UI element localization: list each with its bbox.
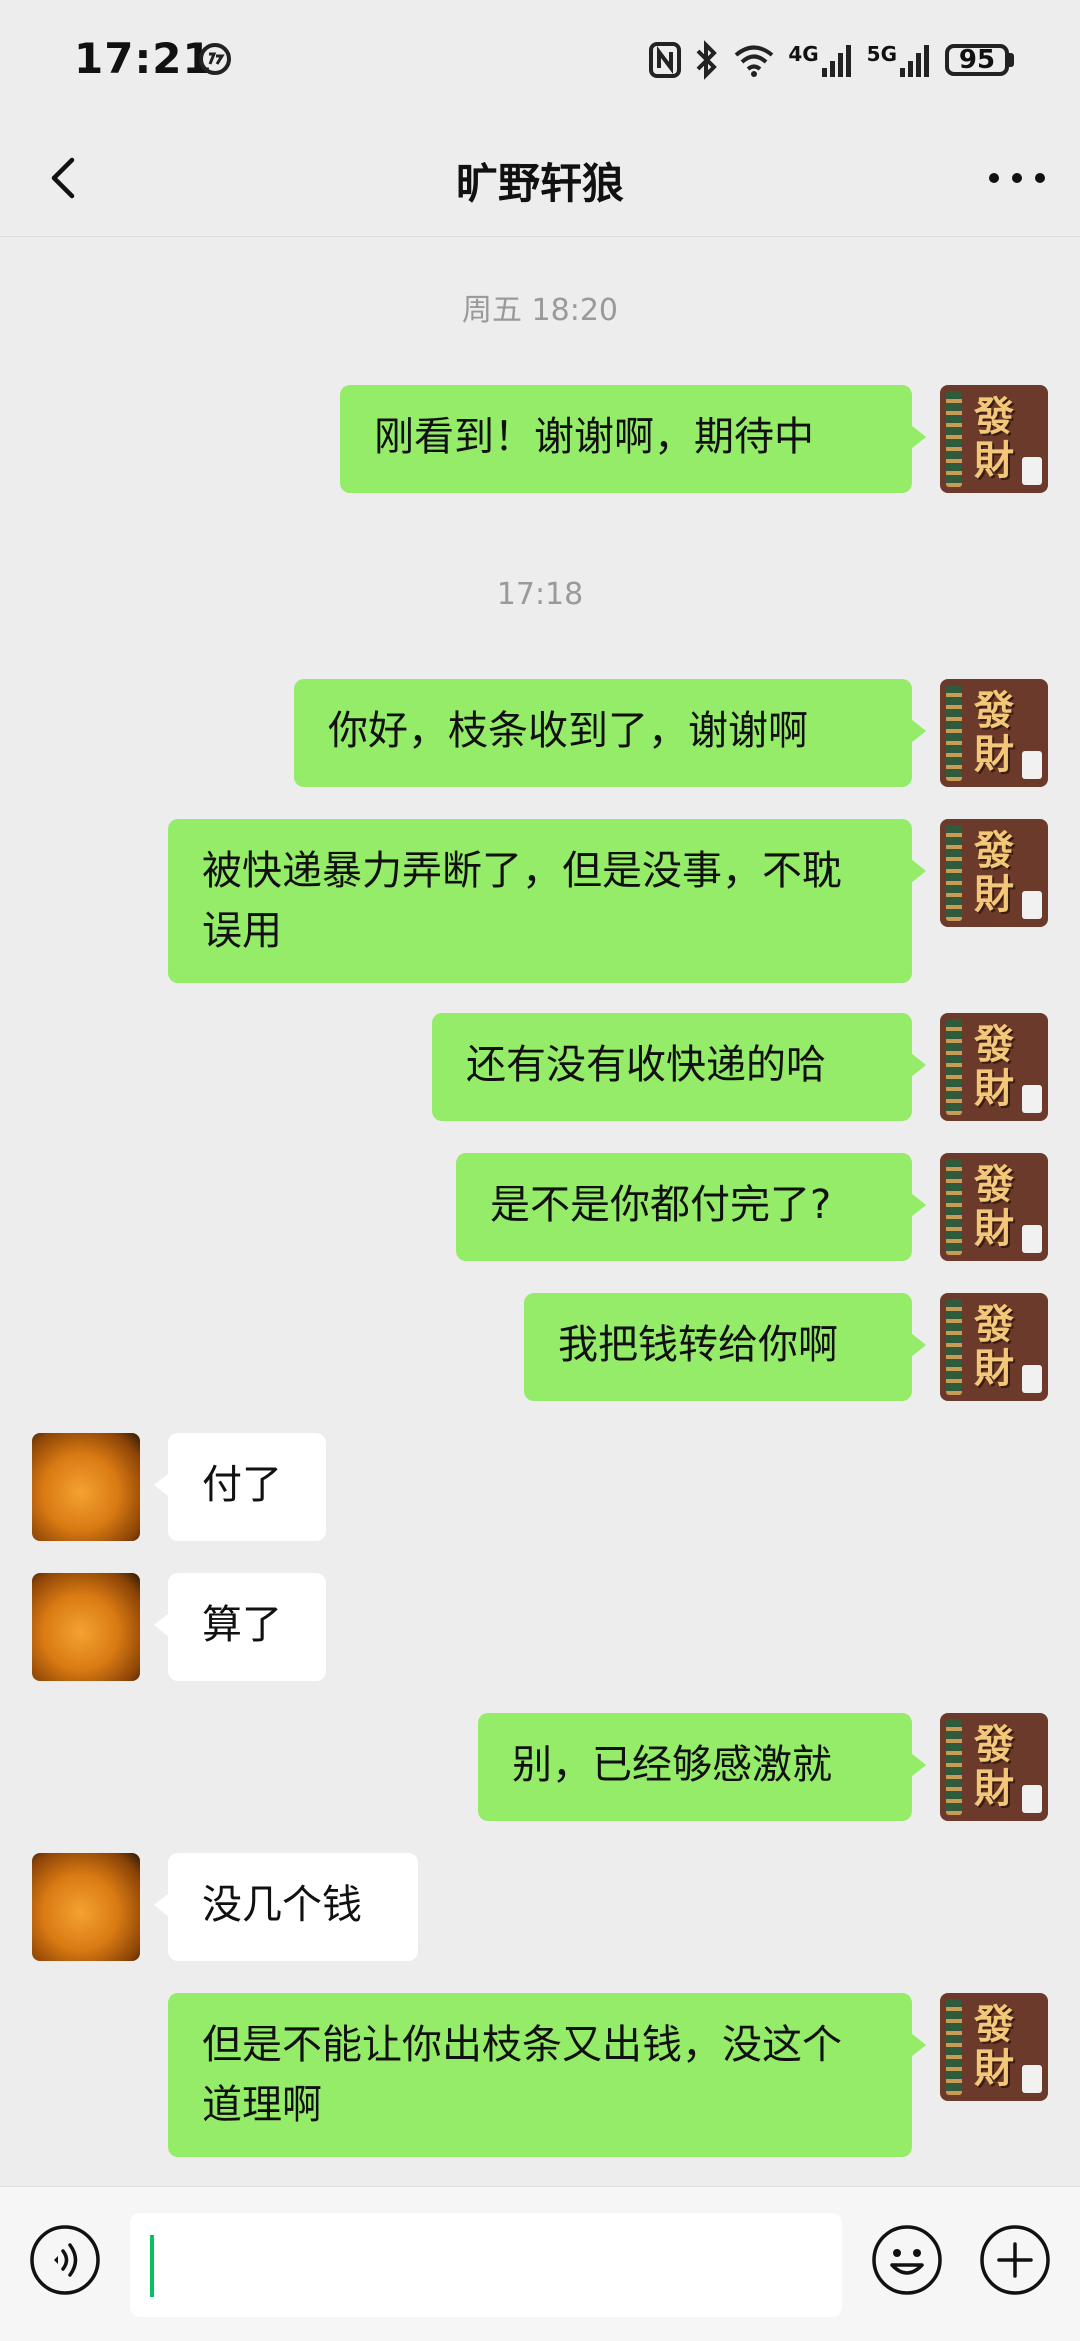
avatar-decoration	[946, 1299, 962, 1395]
avatar-glyph: 發	[974, 827, 1014, 874]
avatar-glyph: 發	[974, 687, 1014, 734]
message-timestamp: 17:18	[496, 577, 584, 612]
nfc-icon	[649, 42, 682, 78]
text-caret	[150, 2235, 154, 2297]
contact-avatar[interactable]	[32, 1573, 140, 1681]
avatar-glyph: 財	[974, 731, 1014, 778]
chat-header: 旷野轩狼	[0, 122, 1080, 237]
avatar-glyph: 發	[974, 1021, 1014, 1068]
network2-label: 5G	[866, 42, 897, 66]
my-avatar[interactable]: 發財	[940, 819, 1048, 927]
sent-message-bubble[interactable]: 刚看到！谢谢啊，期待中	[340, 385, 926, 493]
battery-tip	[1009, 53, 1014, 67]
avatar-decoration	[946, 1999, 962, 2095]
my-avatar[interactable]: 發財	[940, 385, 1048, 493]
avatar-glyph: 財	[974, 1345, 1014, 1392]
my-avatar[interactable]: 發財	[940, 1293, 1048, 1401]
message-input[interactable]	[130, 2213, 842, 2317]
wifi-icon	[735, 45, 774, 77]
notification-badge-icon	[199, 43, 231, 75]
sent-message-bubble[interactable]: 你好，枝条收到了，谢谢啊	[294, 679, 926, 787]
my-avatar[interactable]: 發財	[940, 1013, 1048, 1121]
sent-message-bubble[interactable]: 我把钱转给你啊	[524, 1293, 926, 1401]
voice-icon[interactable]	[28, 2223, 102, 2297]
avatar-glyph: 財	[974, 1065, 1014, 1112]
avatar-decoration	[946, 825, 962, 921]
avatar-glyph: 財	[974, 1765, 1014, 1812]
avatar-glyph: 發	[974, 1721, 1014, 1768]
signal-5g: 5G	[867, 42, 933, 78]
avatar-decoration	[1022, 1365, 1042, 1393]
received-message-bubble[interactable]: 算了	[154, 1573, 326, 1681]
status-bar: 17:21 4G 5G 95	[0, 0, 1080, 122]
bluetooth-icon	[696, 40, 718, 80]
avatar-decoration	[946, 391, 962, 487]
signal-bars-icon	[821, 45, 851, 77]
avatar-decoration	[946, 1159, 962, 1255]
avatar-decoration	[946, 685, 962, 781]
avatar-decoration	[1022, 1085, 1042, 1113]
avatar-glyph: 發	[974, 1161, 1014, 1208]
avatar-decoration	[1022, 457, 1042, 485]
my-avatar[interactable]: 發財	[940, 1993, 1048, 2101]
chat-title: 旷野轩狼	[455, 159, 624, 208]
signal-4g: 4G	[788, 42, 854, 78]
battery-level: 95	[945, 44, 1009, 76]
sent-message-bubble[interactable]: 但是不能让你出枝条又出钱，没这个道理啊	[168, 1993, 926, 2157]
sent-message-bubble[interactable]: 是不是你都付完了?	[456, 1153, 926, 1261]
status-time: 17:21	[74, 34, 213, 83]
received-message-bubble[interactable]: 付了	[154, 1433, 326, 1541]
avatar-glyph: 財	[974, 871, 1014, 918]
my-avatar[interactable]: 發財	[940, 679, 1048, 787]
contact-avatar[interactable]	[32, 1433, 140, 1541]
sent-message-bubble[interactable]: 还有没有收快递的哈	[432, 1013, 926, 1121]
battery: 95	[945, 44, 1014, 76]
avatar-glyph: 發	[974, 2001, 1014, 2048]
received-message-bubble[interactable]: 没几个钱	[154, 1853, 418, 1961]
avatar-decoration	[946, 1719, 962, 1815]
avatar-decoration	[1022, 1225, 1042, 1253]
contact-avatar[interactable]	[32, 1853, 140, 1961]
sent-message-bubble[interactable]: 别，已经够感激就	[478, 1713, 926, 1821]
avatar-glyph: 財	[974, 1205, 1014, 1252]
network-label: 4G	[788, 42, 819, 66]
avatar-glyph: 發	[974, 393, 1014, 440]
sent-message-bubble[interactable]: 被快递暴力弄断了，但是没事，不耽误用	[168, 819, 926, 983]
avatar-glyph: 財	[974, 437, 1014, 484]
avatar-glyph: 發	[974, 1301, 1014, 1348]
signal-bars-icon	[900, 45, 929, 77]
status-icons: 4G 5G 95	[648, 36, 1014, 84]
my-avatar[interactable]: 發財	[940, 1153, 1048, 1261]
emoji-icon[interactable]	[870, 2223, 944, 2297]
my-avatar[interactable]: 發財	[940, 1713, 1048, 1821]
avatar-decoration	[1022, 751, 1042, 779]
plus-icon[interactable]	[978, 2223, 1052, 2297]
avatar-decoration	[1022, 891, 1042, 919]
avatar-glyph: 財	[974, 2045, 1014, 2092]
message-list[interactable]: 周五 18:20 刚看到！谢谢啊，期待中發財 17:18 你好，枝条收到了，谢谢啊發財…	[0, 237, 1080, 2185]
avatar-decoration	[1022, 1785, 1042, 1813]
message-timestamp: 周五 18:20	[462, 293, 618, 328]
avatar-decoration	[946, 1019, 962, 1115]
more-dots-icon[interactable]	[982, 148, 1052, 208]
input-bar	[0, 2186, 1080, 2341]
avatar-decoration	[1022, 2065, 1042, 2093]
